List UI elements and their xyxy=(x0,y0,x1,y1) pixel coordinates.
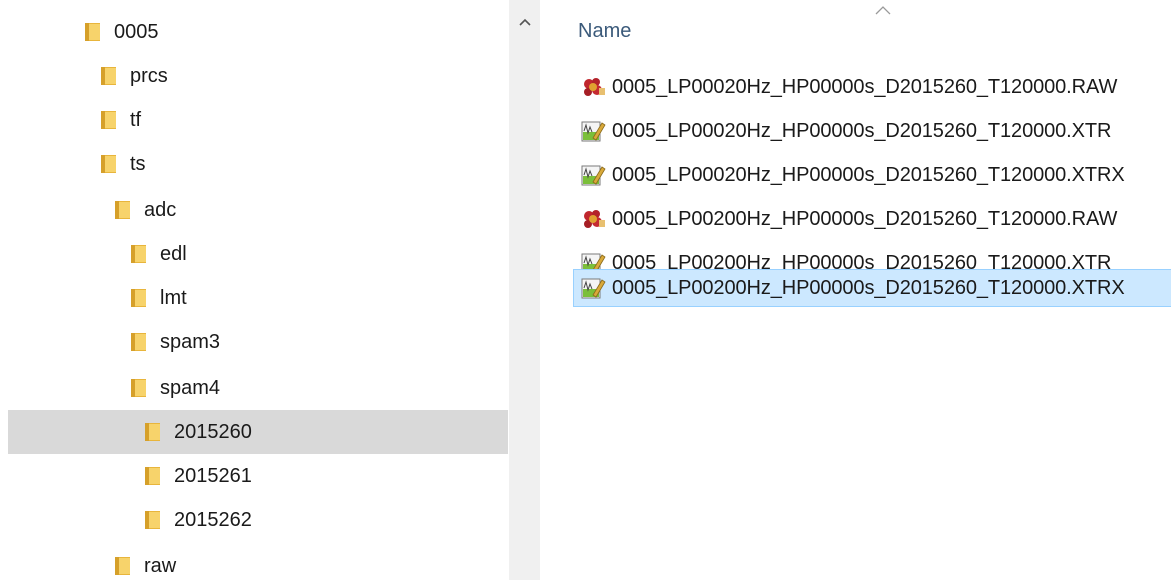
folder-icon xyxy=(130,288,148,308)
xtr-file-icon xyxy=(580,276,606,300)
tree-item-label: 2015260 xyxy=(174,421,252,443)
tree-item-label: 0005 xyxy=(114,21,159,43)
xtr-file-icon xyxy=(580,163,606,187)
tree-item-label: spam3 xyxy=(160,331,221,353)
folder-icon xyxy=(144,466,162,486)
file-name: 0005_LP00200Hz_HP00000s_D2015260_T120000… xyxy=(612,277,1125,299)
folder-icon xyxy=(130,332,148,352)
tree-item-label: tf xyxy=(130,109,142,131)
folder-icon xyxy=(114,556,132,576)
sort-ascending-icon xyxy=(875,6,891,15)
folder-icon xyxy=(114,200,132,220)
file-row[interactable]: 0005_LP00020Hz_HP00000s_D2015260_T120000… xyxy=(573,68,1171,106)
tree-item-2015262[interactable]: 2015262 xyxy=(0,498,508,542)
raw-file-icon xyxy=(580,207,606,231)
raw-file-icon xyxy=(580,75,606,99)
tree-item-prcs[interactable]: prcs xyxy=(0,54,508,98)
file-row[interactable]: 0005_LP00200Hz_HP00000s_D2015260_T120000… xyxy=(573,269,1171,307)
tree-item-label: 2015262 xyxy=(174,509,252,531)
tree-item-label: raw xyxy=(144,555,177,577)
tree-item-2015261[interactable]: 2015261 xyxy=(0,454,508,498)
tree-item-adc[interactable]: adc xyxy=(0,188,508,232)
tree-item-spam4[interactable]: spam4 xyxy=(0,366,508,410)
tree-item-label: spam4 xyxy=(160,377,221,399)
file-row[interactable]: 0005_LP00020Hz_HP00000s_D2015260_T120000… xyxy=(573,156,1171,194)
tree-item-raw[interactable]: raw xyxy=(0,544,508,580)
column-header-name[interactable]: Name xyxy=(578,20,631,43)
tree-item-label: prcs xyxy=(130,65,168,87)
scroll-up-button[interactable] xyxy=(509,10,540,34)
file-name: 0005_LP00020Hz_HP00000s_D2015260_T120000… xyxy=(612,120,1112,142)
tree-item-tf[interactable]: tf xyxy=(0,98,508,142)
tree-item-spam3[interactable]: spam3 xyxy=(0,320,508,364)
tree-item-label: ts xyxy=(130,153,146,175)
xtr-file-icon xyxy=(580,119,606,143)
folder-icon xyxy=(144,510,162,530)
folder-icon xyxy=(144,422,162,442)
folder-icon xyxy=(100,110,118,130)
folder-icon xyxy=(100,66,118,86)
chevron-up-icon xyxy=(518,18,531,26)
tree-item-label: edl xyxy=(160,243,187,265)
tree-item-0005[interactable]: 0005 xyxy=(0,10,508,54)
file-name: 0005_LP00020Hz_HP00000s_D2015260_T120000… xyxy=(612,164,1125,186)
file-row[interactable]: 0005_LP00020Hz_HP00000s_D2015260_T120000… xyxy=(573,112,1171,150)
folder-icon xyxy=(84,22,102,42)
tree-item-label: lmt xyxy=(160,287,187,309)
folder-icon xyxy=(130,378,148,398)
file-name: 0005_LP00020Hz_HP00000s_D2015260_T120000… xyxy=(612,76,1118,98)
file-row[interactable]: 0005_LP00200Hz_HP00000s_D2015260_T120000… xyxy=(573,200,1171,238)
file-explorer-window: 0005 prcs tf ts adc edl lmt spam3 spam4 2015260 20… xyxy=(0,0,1171,580)
tree-item-edl[interactable]: edl xyxy=(0,232,508,276)
tree-item-lmt[interactable]: lmt xyxy=(0,276,508,320)
navigation-pane: 0005 prcs tf ts adc edl lmt spam3 spam4 2015260 20… xyxy=(0,0,508,580)
file-name: 0005_LP00200Hz_HP00000s_D2015260_T120000… xyxy=(612,208,1118,230)
file-list-pane: Name 0005_LP00020Hz_HP00000s_D2015260_T1… xyxy=(540,0,1171,580)
folder-icon xyxy=(100,154,118,174)
navigation-scrollbar[interactable] xyxy=(509,0,540,580)
folder-icon xyxy=(130,244,148,264)
tree-item-label: 2015261 xyxy=(174,465,252,487)
tree-item-label: adc xyxy=(144,199,177,221)
tree-item-2015260[interactable]: 2015260 xyxy=(8,410,508,454)
tree-item-ts[interactable]: ts xyxy=(0,142,508,186)
